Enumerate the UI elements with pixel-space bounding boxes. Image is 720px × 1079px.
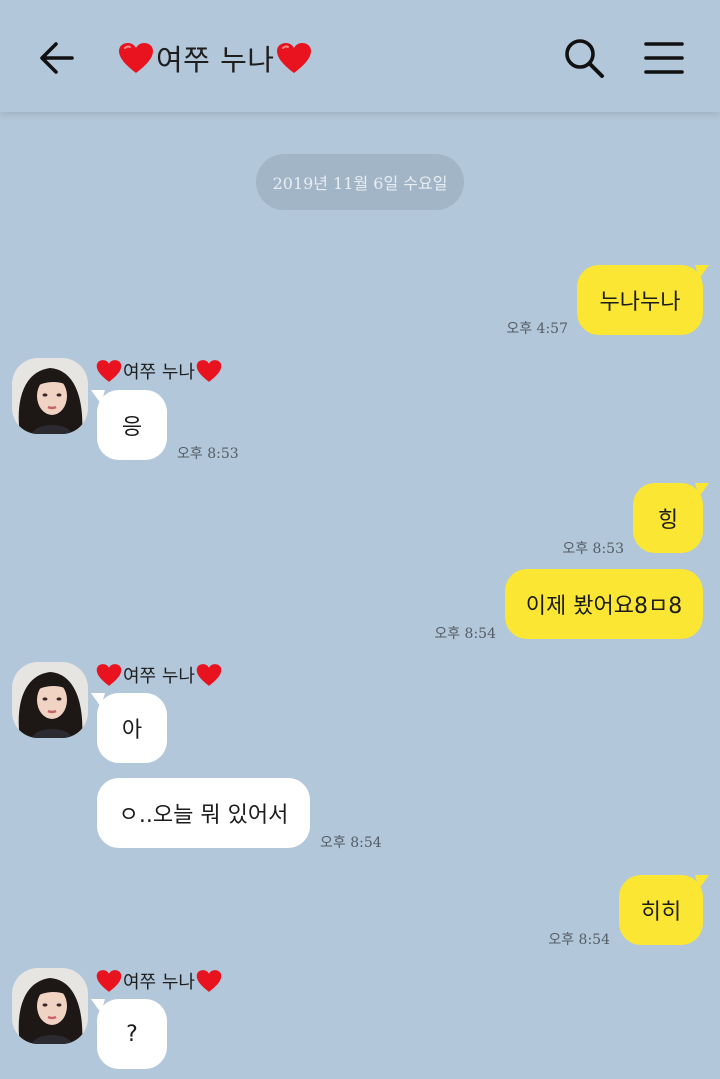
heart-icon <box>96 970 122 992</box>
message-time: 오후 8:53 <box>562 541 624 557</box>
message-time: 오후 8:54 <box>320 835 382 851</box>
sender-name: 여쭈 누나 <box>96 968 222 994</box>
sender-name: 여쭈 누나 <box>96 358 222 384</box>
message-text: ? <box>126 1021 138 1047</box>
back-button[interactable] <box>36 36 80 80</box>
message-text: 누나누나 <box>599 290 681 315</box>
their-message-bubble[interactable]: ? <box>91 999 167 1069</box>
search-icon <box>565 39 604 78</box>
message-text: 히히 <box>640 900 682 925</box>
bubble-tail <box>695 483 709 497</box>
message-text: ㅇ..오늘 뭐 있어서 <box>118 803 289 828</box>
heart-icon <box>196 360 222 382</box>
message-time: 오후 8:54 <box>434 626 496 642</box>
their-message-bubble[interactable]: 응 <box>91 390 167 460</box>
avatar[interactable] <box>12 358 88 434</box>
sender-name: 여쭈 누나 <box>96 662 222 688</box>
menu-button[interactable] <box>642 38 686 78</box>
sender-name-text: 여쭈 누나 <box>123 362 195 383</box>
heart-icon <box>119 43 153 73</box>
message-text: 아 <box>121 718 143 743</box>
heart-icon <box>196 664 222 686</box>
bubble-tail <box>91 390 105 404</box>
message-text: 힝 <box>657 508 679 533</box>
menu-icon <box>644 42 684 74</box>
message-time: 오후 8:53 <box>177 446 239 462</box>
my-message-bubble[interactable]: 이제 봤어요8ㅁ8 <box>505 569 703 639</box>
avatar[interactable] <box>12 662 88 738</box>
sender-name-text: 여쭈 누나 <box>123 972 195 993</box>
bubble-tail <box>91 693 105 707</box>
chat-title: 여쭈 누나 <box>118 38 312 78</box>
their-message-bubble[interactable]: 아 <box>91 693 167 763</box>
their-message-bubble[interactable]: ㅇ..오늘 뭐 있어서 <box>97 778 310 848</box>
message-text: 응 <box>121 415 143 440</box>
bubble-tail <box>91 999 105 1013</box>
message-text: 이제 봤어요8ㅁ8 <box>525 594 683 619</box>
date-divider: 2019년 11월 6일 수요일 <box>256 154 464 210</box>
my-message-bubble[interactable]: 히히 <box>619 875 709 945</box>
my-message-bubble[interactable]: 힝 <box>633 483 709 553</box>
message-time: 오후 4:57 <box>506 321 568 337</box>
bubble-tail <box>695 875 709 889</box>
back-arrow-icon <box>40 42 74 74</box>
message-time: 오후 8:54 <box>548 932 610 948</box>
search-button[interactable] <box>560 34 608 82</box>
heart-icon <box>96 664 122 686</box>
my-message-bubble[interactable]: 누나누나 <box>577 265 709 335</box>
heart-icon <box>196 970 222 992</box>
sender-name-text: 여쭈 누나 <box>123 666 195 687</box>
chat-title-text: 여쭈 누나 <box>156 43 275 77</box>
avatar[interactable] <box>12 968 88 1044</box>
heart-icon <box>96 360 122 382</box>
chat-header: 여쭈 누나 <box>0 0 720 112</box>
heart-icon <box>277 43 312 73</box>
bubble-tail <box>695 265 709 279</box>
